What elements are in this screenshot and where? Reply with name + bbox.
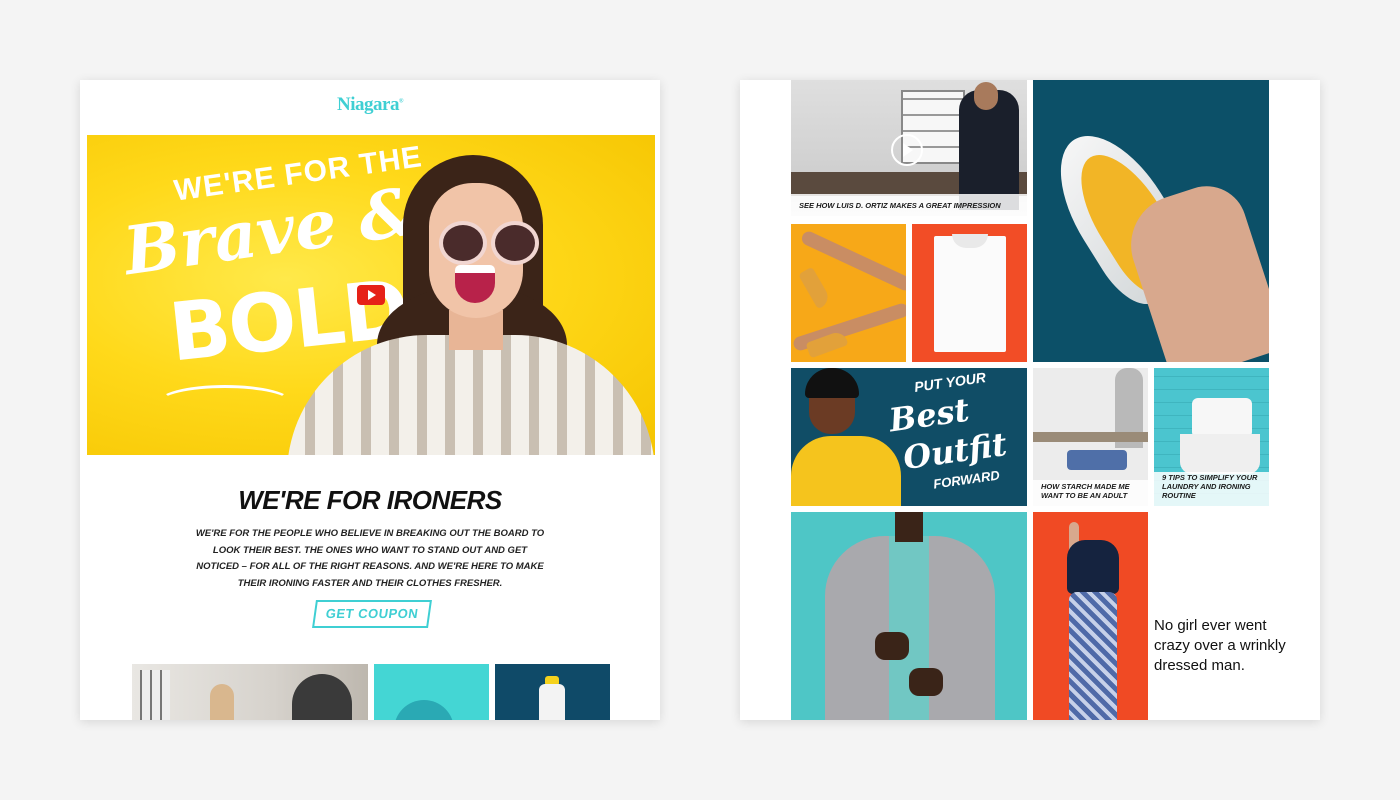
hero-banner[interactable]: WE'RE FOR THE Brave & BOLD xyxy=(87,135,655,455)
niagara-logo[interactable]: Niagara® xyxy=(80,94,660,116)
tile-patterned-pants[interactable] xyxy=(1033,512,1148,720)
bow-tie-graphic xyxy=(394,700,454,720)
get-coupon-button[interactable]: GET COUPON xyxy=(312,600,432,628)
hero-swoosh-decoration xyxy=(157,385,293,421)
tile-best-outfit[interactable]: PUT YOUR Best Outfit FORWARD xyxy=(791,368,1027,506)
tile-starch-article[interactable]: HOW STARCH MADE ME WANT TO BE AN ADULT xyxy=(1033,368,1148,506)
white-shirt-graphic xyxy=(934,236,1006,352)
outfit-lettering: PUT YOUR Best Outfit FORWARD xyxy=(885,368,1027,506)
person-graphic xyxy=(210,684,234,720)
tile-caption: 9 TIPS TO SIMPLIFY YOUR LAUNDRY AND IRON… xyxy=(1162,473,1258,500)
towels-graphic xyxy=(1192,398,1252,438)
fist-graphic xyxy=(909,668,943,696)
man-face-graphic xyxy=(974,82,998,110)
sunglasses-left-lens xyxy=(439,221,487,265)
teal-thumbnail[interactable] xyxy=(374,664,489,720)
navy-top-graphic xyxy=(1067,540,1119,594)
product-thumbnail[interactable] xyxy=(495,664,610,720)
patterned-pants-graphic xyxy=(1069,592,1117,720)
tile-caption: HOW STARCH MADE ME WANT TO BE AN ADULT xyxy=(1041,482,1130,500)
sunglasses-right-lens xyxy=(491,221,539,265)
social-grid-right: SEE HOW LUIS D. ORTIZ MAKES A GREAT IMPR… xyxy=(740,80,1320,720)
tile-heels[interactable] xyxy=(791,224,906,362)
neck-graphic xyxy=(895,512,923,542)
fist-graphic xyxy=(875,632,909,660)
video-thumbnail[interactable] xyxy=(132,664,368,720)
section-title: WE'RE FOR IRONERS xyxy=(238,485,502,515)
ironing-board-graphic xyxy=(1033,432,1148,442)
folded-laundry-graphic xyxy=(1067,450,1127,470)
tile-caption: SEE HOW LUIS D. ORTIZ MAKES A GREAT IMPR… xyxy=(799,201,1001,210)
youtube-play-icon[interactable] xyxy=(357,285,385,305)
quote-text: No girl ever went crazy over a wrinkly d… xyxy=(1154,617,1286,674)
video-play-icon[interactable] xyxy=(891,134,923,166)
email-preview-left: Niagara® WE'RE FOR THE Brave & BOLD WE'R… xyxy=(80,80,660,720)
tile-laundry-tips[interactable]: 9 TIPS TO SIMPLIFY YOUR LAUNDRY AND IRON… xyxy=(1154,368,1269,506)
high-heel-graphic xyxy=(798,266,832,310)
woman-hair-graphic xyxy=(805,368,859,398)
window-graphic xyxy=(140,670,170,720)
tile-video-ortiz[interactable]: SEE HOW LUIS D. ORTIZ MAKES A GREAT IMPR… xyxy=(791,80,1027,216)
body-copy: We're for the people who believe in brea… xyxy=(195,528,545,589)
tile-grey-jacket[interactable] xyxy=(791,512,1027,720)
tile-iron[interactable] xyxy=(1033,80,1269,362)
tile-white-shirt[interactable] xyxy=(912,224,1027,362)
person-graphic xyxy=(292,674,352,720)
starch-bottle-graphic xyxy=(539,684,565,720)
basket-graphic xyxy=(1180,434,1260,474)
